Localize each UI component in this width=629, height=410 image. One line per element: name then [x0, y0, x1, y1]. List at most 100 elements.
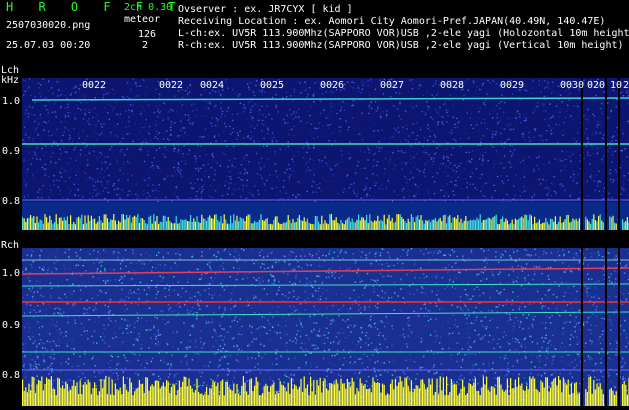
noise-speckle [169, 307, 171, 309]
noise-speckle [146, 293, 148, 296]
noise-speckle [65, 331, 67, 333]
noise-speckle [362, 99, 365, 102]
noise-speckle [220, 116, 222, 118]
noise-speckle [207, 101, 209, 104]
noise-speckle [485, 257, 487, 259]
noise-speckle [516, 345, 518, 347]
noise-speckle [410, 158, 412, 160]
lch-tick-2: 0.9 [1, 146, 20, 157]
noise-speckle [271, 138, 273, 141]
noise-speckle [598, 297, 600, 300]
noise-speckle [62, 197, 64, 199]
noise-speckle [520, 343, 522, 346]
noise-speckle [421, 286, 423, 288]
noise-speckle [519, 161, 522, 164]
noise-speckle [227, 374, 229, 376]
noise-speckle [52, 340, 55, 342]
noise-speckle [61, 167, 63, 170]
noise-speckle [450, 154, 452, 156]
noise-speckle [208, 195, 211, 197]
noise-speckle [189, 122, 191, 124]
noise-speckle [266, 133, 269, 135]
noise-speckle [354, 187, 356, 190]
noise-speckle [579, 362, 581, 364]
noise-speckle [408, 285, 411, 287]
meteor-bar [478, 219, 480, 230]
noise-speckle [365, 257, 368, 259]
noise-speckle [248, 343, 250, 345]
noise-speckle [187, 93, 189, 95]
noise-speckle [595, 362, 597, 365]
meteor-bar [516, 219, 518, 230]
meteor-bar [439, 217, 441, 230]
noise-speckle [203, 382, 205, 384]
noise-speckle [472, 144, 474, 147]
noise-speckle [120, 140, 122, 142]
noise-speckle [241, 325, 243, 328]
noise-speckle [309, 253, 311, 255]
noise-speckle [207, 107, 210, 110]
noise-speckle [117, 187, 119, 190]
noise-speckle [157, 122, 159, 124]
noise-speckle [561, 356, 563, 358]
noise-speckle [397, 194, 399, 196]
noise-speckle [410, 333, 413, 335]
noise-speckle [53, 380, 55, 382]
noise-speckle [419, 193, 421, 195]
noise-speckle [28, 112, 30, 115]
noise-speckle [588, 278, 590, 280]
noise-speckle [512, 309, 514, 311]
noise-speckle [455, 184, 458, 187]
noise-speckle [38, 374, 40, 376]
noise-speckle [137, 350, 139, 352]
noise-speckle [199, 136, 201, 138]
noise-speckle [495, 83, 498, 85]
noise-speckle [626, 92, 628, 94]
noise-speckle [613, 268, 615, 271]
noise-speckle [399, 100, 401, 102]
noise-speckle [164, 146, 166, 148]
noise-speckle [159, 280, 161, 282]
noise-speckle [570, 160, 572, 162]
noise-speckle [519, 113, 521, 115]
noise-speckle [236, 113, 239, 115]
noise-speckle [360, 167, 363, 170]
noise-speckle [576, 353, 579, 355]
meteor-bar [433, 219, 435, 230]
noise-speckle [409, 80, 412, 83]
meteor-bar [218, 221, 220, 230]
noise-speckle [511, 266, 513, 268]
noise-speckle [48, 267, 51, 269]
noise-speckle [547, 307, 550, 310]
noise-speckle [106, 180, 108, 183]
noise-speckle [68, 249, 70, 251]
noise-speckle [609, 116, 612, 118]
noise-speckle [376, 331, 379, 333]
noise-speckle [510, 166, 512, 168]
noise-speckle [25, 109, 27, 111]
noise-speckle [569, 194, 572, 196]
meteor-bar [430, 222, 432, 230]
noise-speckle [563, 253, 565, 256]
noise-speckle [587, 141, 590, 143]
noise-speckle [178, 303, 180, 305]
noise-speckle [441, 123, 444, 125]
noise-speckle [537, 298, 540, 300]
noise-speckle [23, 126, 26, 128]
noise-speckle [106, 93, 108, 95]
noise-speckle [551, 92, 553, 94]
noise-speckle [271, 96, 274, 99]
noise-speckle [166, 174, 169, 176]
noise-speckle [550, 116, 553, 119]
noise-speckle [32, 336, 34, 338]
noise-speckle [262, 285, 264, 288]
noise-speckle [264, 184, 266, 186]
noise-speckle [144, 138, 146, 140]
noise-speckle [285, 91, 288, 94]
noise-speckle [358, 296, 360, 298]
noise-speckle [615, 354, 617, 356]
noise-speckle [378, 187, 380, 190]
noise-speckle [495, 251, 497, 253]
noise-speckle [249, 138, 252, 140]
noise-speckle [338, 131, 340, 134]
